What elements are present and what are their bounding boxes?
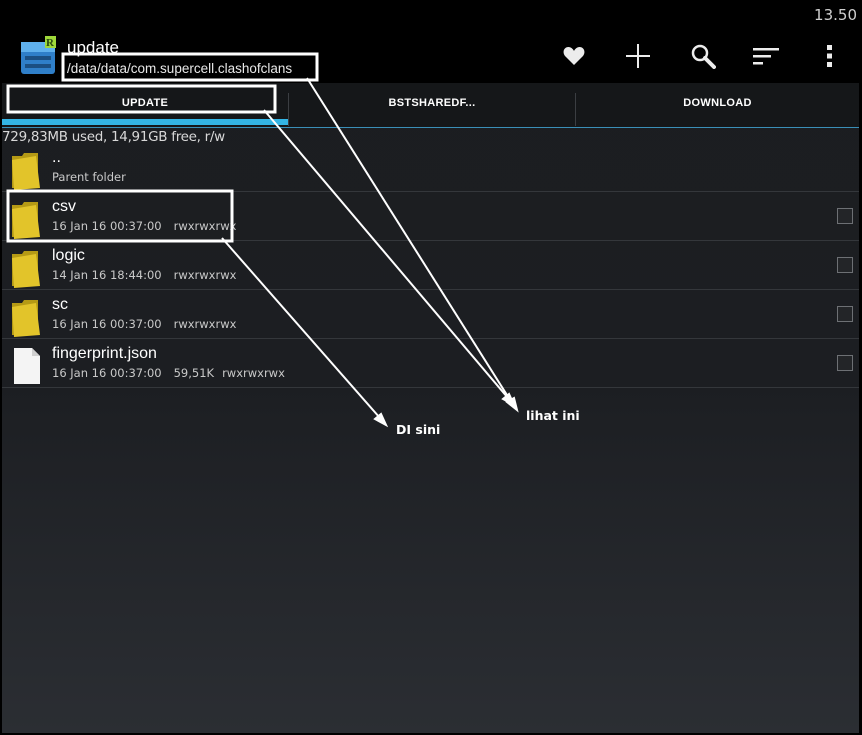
file-permissions: rwxrwxrwx <box>222 366 285 380</box>
list-item-csv[interactable]: csv 16 Jan 16 00:37:00 rwxrwxrwx <box>2 192 859 241</box>
overflow-menu-icon <box>827 45 832 67</box>
selected-tab-indicator <box>2 119 288 125</box>
search-button[interactable] <box>683 37 723 75</box>
file-meta: 16 Jan 16 00:37:00 59,51K rwxrwxrwx <box>52 366 297 380</box>
sort-button[interactable] <box>746 37 786 75</box>
file-name: csv <box>52 198 76 215</box>
folder-icon <box>12 300 40 337</box>
select-checkbox[interactable] <box>837 208 853 224</box>
list-item-sc[interactable]: sc 16 Jan 16 00:37:00 rwxrwxrwx <box>2 290 859 339</box>
file-date: 14 Jan 16 18:44:00 <box>52 268 162 282</box>
file-name: sc <box>52 296 68 313</box>
file-meta: 16 Jan 16 00:37:00 rwxrwxrwx <box>52 219 248 233</box>
annotation-label-lihat-ini: lihat ini <box>526 408 580 423</box>
favorite-button[interactable] <box>554 37 594 75</box>
tab-bstsharedf[interactable]: BSTSHAREDF... <box>289 83 575 123</box>
folder-title: update <box>67 38 119 57</box>
file-name: .. <box>52 149 61 166</box>
svg-text:R: R <box>46 37 55 49</box>
file-permissions: rwxrwxrwx <box>173 268 237 282</box>
file-permissions: rwxrwxrwx <box>173 317 237 331</box>
file-date: 16 Jan 16 00:37:00 <box>52 317 162 331</box>
file-name: logic <box>52 247 85 264</box>
folder-path: /data/data/com.supercell.clashofclans <box>67 61 293 76</box>
folder-icon <box>12 251 40 288</box>
select-checkbox[interactable] <box>837 257 853 273</box>
search-icon <box>691 44 716 69</box>
file-permissions: rwxrwxrwx <box>173 219 237 233</box>
folder-icon <box>12 153 40 190</box>
tab-download[interactable]: DOWNLOAD <box>576 83 859 123</box>
root-explorer-app-icon[interactable]: R <box>18 34 60 78</box>
file-manager-window: 13.50 R update /data/data/com.supercell.… <box>2 2 859 733</box>
file-date: 16 Jan 16 00:37:00 <box>52 366 162 380</box>
status-clock: 13.50 <box>814 6 857 24</box>
annotation-label-di-sini: DI sini <box>396 422 441 437</box>
file-name: fingerprint.json <box>52 345 157 362</box>
file-meta: 16 Jan 16 00:37:00 rwxrwxrwx <box>52 317 248 331</box>
file-meta: Parent folder <box>52 170 138 184</box>
sort-icon <box>753 48 779 65</box>
folder-icon <box>12 202 40 239</box>
list-item-parent-folder[interactable]: .. Parent folder <box>2 143 859 192</box>
select-checkbox[interactable] <box>837 306 853 322</box>
file-description: Parent folder <box>52 170 126 184</box>
status-bar: 13.50 <box>2 2 859 29</box>
list-item-fingerprint-json[interactable]: fingerprint.json 16 Jan 16 00:37:00 59,51… <box>2 339 859 388</box>
select-checkbox[interactable] <box>837 355 853 371</box>
new-item-button[interactable] <box>618 37 658 75</box>
file-meta: 14 Jan 16 18:44:00 rwxrwxrwx <box>52 268 248 282</box>
plus-icon <box>626 44 650 68</box>
file-date: 16 Jan 16 00:37:00 <box>52 219 162 233</box>
list-item-logic[interactable]: logic 14 Jan 16 18:44:00 rwxrwxrwx <box>2 241 859 290</box>
overflow-menu-button[interactable] <box>810 37 850 75</box>
action-bar: R update /data/data/com.supercell.clasho… <box>2 29 859 83</box>
document-icon <box>14 348 40 384</box>
file-size: 59,51K <box>173 366 215 380</box>
heart-icon <box>563 47 585 65</box>
tab-update[interactable]: UPDATE <box>2 83 288 123</box>
